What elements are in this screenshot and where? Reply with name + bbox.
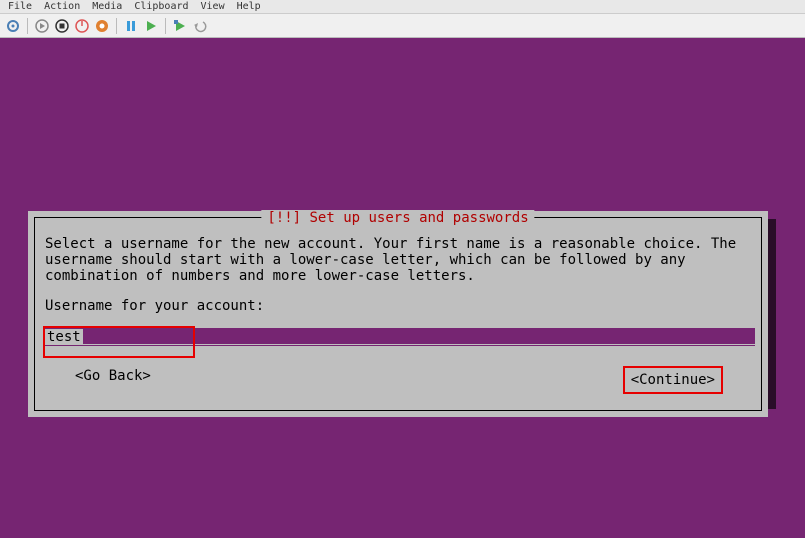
menu-help[interactable]: Help [237, 1, 261, 12]
menubar: File Action Media Clipboard View Help [0, 0, 805, 14]
title-prefix: [!!] [267, 210, 309, 226]
gear-icon[interactable] [4, 17, 22, 35]
shutdown-icon[interactable] [73, 17, 91, 35]
username-input[interactable]: test [45, 328, 755, 346]
toolbar [0, 14, 805, 38]
snapshot-icon[interactable] [171, 17, 189, 35]
menu-media[interactable]: Media [92, 1, 122, 12]
highlight-continue: <Continue> [625, 368, 721, 392]
input-underline [81, 344, 755, 345]
dialog-title: [!!] Set up users and passwords [261, 210, 534, 226]
menu-action[interactable]: Action [44, 1, 80, 12]
menu-file[interactable]: File [8, 1, 32, 12]
username-value: test [45, 329, 83, 345]
separator [27, 18, 28, 34]
dialog-body: Select a username for the new account. Y… [45, 236, 751, 284]
continue-button[interactable]: <Continue> [631, 372, 715, 388]
stop-icon[interactable] [53, 17, 71, 35]
menu-view[interactable]: View [201, 1, 225, 12]
go-back-button[interactable]: <Go Back> [75, 368, 151, 392]
menu-clipboard[interactable]: Clipboard [134, 1, 188, 12]
play-icon[interactable] [142, 17, 160, 35]
pause-icon[interactable] [122, 17, 140, 35]
power-icon[interactable] [93, 17, 111, 35]
vm-screen: [!!] Set up users and passwords Select a… [0, 38, 805, 538]
start-icon[interactable] [33, 17, 51, 35]
separator [116, 18, 117, 34]
undo-icon[interactable] [191, 17, 209, 35]
installer-dialog: [!!] Set up users and passwords Select a… [28, 211, 768, 417]
title-text: Set up users and passwords [310, 210, 529, 226]
separator [165, 18, 166, 34]
dialog-prompt: Username for your account: [45, 298, 751, 314]
